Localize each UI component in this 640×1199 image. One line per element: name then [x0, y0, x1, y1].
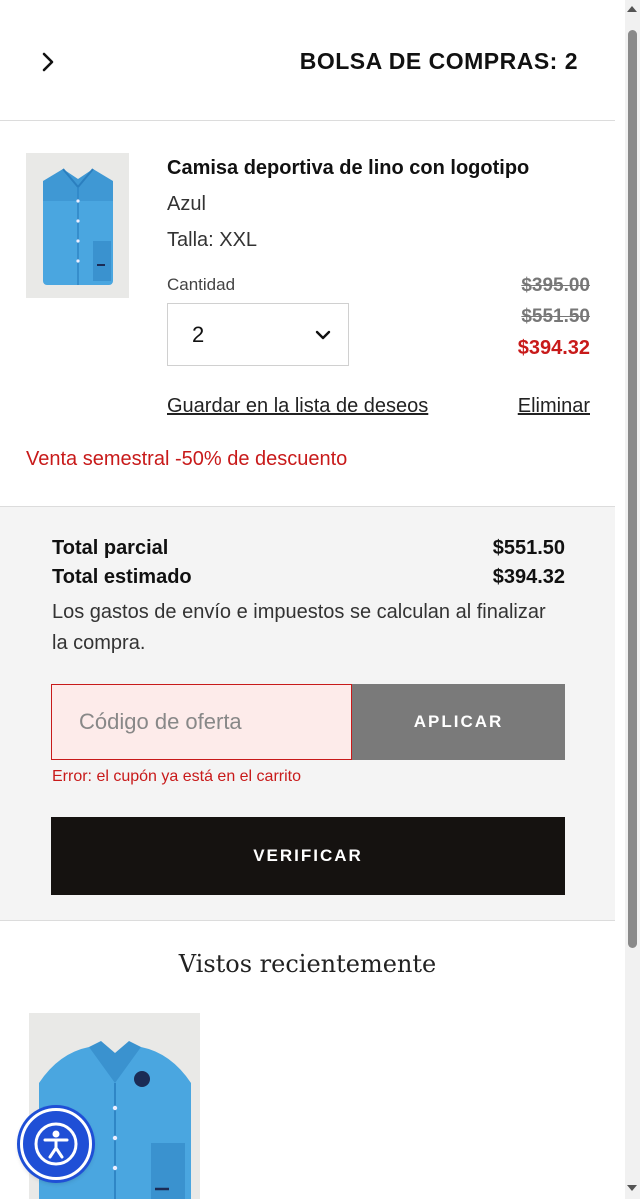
- remove-item-link[interactable]: Eliminar: [518, 395, 590, 418]
- product-image[interactable]: [26, 153, 129, 298]
- coupon-code-input[interactable]: [51, 684, 352, 760]
- shipping-tax-note: Los gastos de envío e impuestos se calcu…: [52, 601, 546, 654]
- shirt-image: [42, 167, 113, 285]
- estimated-total-label: Total estimado: [52, 566, 192, 588]
- product-size: Talla: XXL: [167, 229, 258, 251]
- apply-coupon-button[interactable]: APLICAR: [352, 684, 565, 760]
- checkout-button[interactable]: VERIFICAR: [51, 817, 565, 895]
- accessibility-icon: [34, 1122, 78, 1166]
- cart-item: Camisa deportiva de lino con logotipo Az…: [0, 121, 615, 507]
- line-original-price: $551.50: [521, 306, 590, 327]
- product-name[interactable]: Camisa deportiva de lino con logotipo: [167, 157, 529, 180]
- estimated-total-value: $394.32: [492, 566, 565, 588]
- quantity-label: Cantidad: [167, 275, 236, 294]
- save-to-wishlist-link[interactable]: Guardar en la lista de deseos: [167, 395, 428, 418]
- scroll-up-arrow-icon[interactable]: [627, 6, 637, 12]
- scroll-down-arrow-icon[interactable]: [627, 1185, 637, 1191]
- promo-message: Venta semestral -50% de descuento: [26, 448, 348, 470]
- product-color: Azul: [167, 193, 206, 215]
- quantity-value: 2: [192, 321, 205, 347]
- page-scrollbar[interactable]: [625, 0, 640, 1199]
- order-summary: Total parcial $551.50 Total estimado $39…: [0, 507, 615, 921]
- sale-price: $394.32: [517, 337, 590, 359]
- original-price: $395.00: [521, 275, 590, 296]
- accessibility-button[interactable]: [20, 1108, 92, 1180]
- close-cart-button[interactable]: [34, 48, 62, 76]
- subtotal-row: Total parcial $551.50: [52, 537, 565, 560]
- quantity-select[interactable]: 2: [167, 303, 349, 366]
- scrollbar-thumb[interactable]: [628, 30, 637, 948]
- subtotal-value: $551.50: [492, 537, 565, 559]
- cart-header: BOLSA DE COMPRAS: 2: [0, 0, 615, 121]
- chevron-down-icon: [315, 330, 331, 339]
- chevron-right-icon: [42, 52, 54, 72]
- page-title: BOLSA DE COMPRAS: 2: [299, 48, 578, 74]
- coupon-error-message: Error: el cupón ya está en el carrito: [52, 768, 302, 785]
- recently-viewed-title: Vistos recientemente: [178, 950, 437, 978]
- subtotal-label: Total parcial: [52, 537, 169, 559]
- estimated-total-row: Total estimado $394.32: [52, 566, 565, 589]
